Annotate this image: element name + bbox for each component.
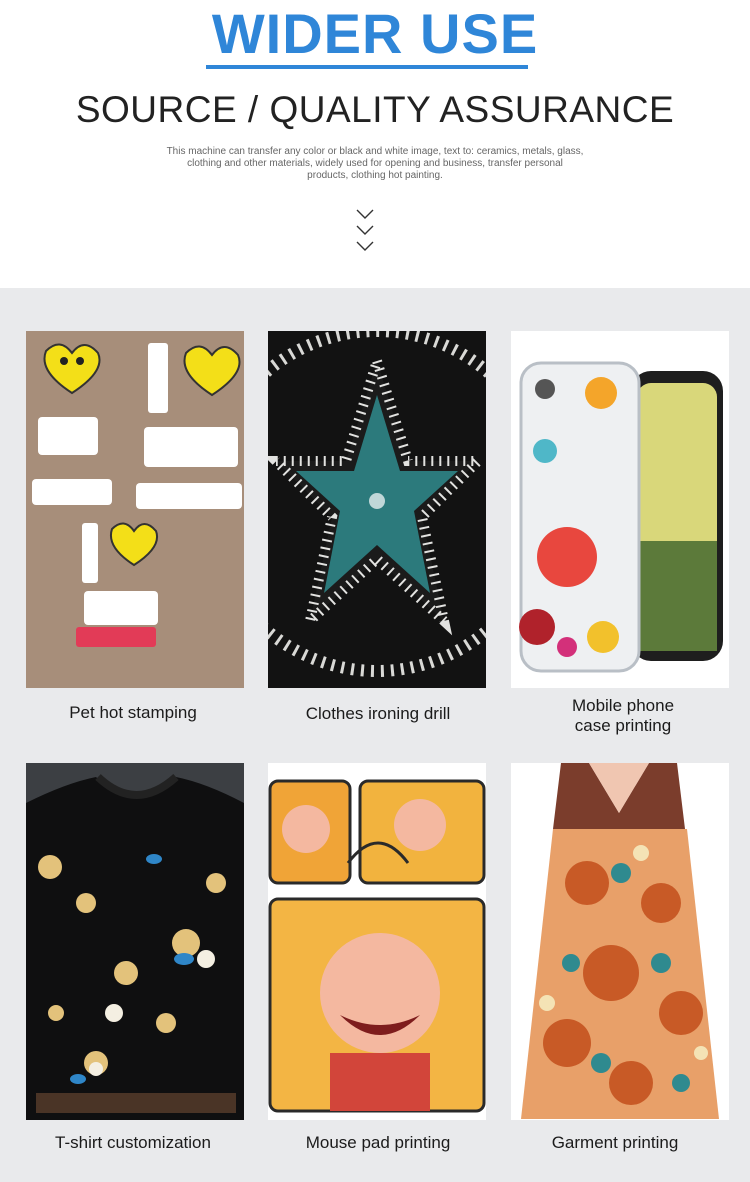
- phone-case-image: [511, 331, 729, 688]
- tile-caption: Pet hot stamping: [18, 703, 248, 723]
- rhinestone-star-image: [268, 331, 486, 688]
- cartoon-mousepad-image: [268, 763, 486, 1120]
- tile-caption: Garment printing: [500, 1133, 730, 1153]
- caption-line: Mouse pad printing: [305, 1133, 451, 1152]
- tile-mouse-pad-printing: [268, 763, 486, 1120]
- tile-t-shirt-customization: [26, 763, 244, 1120]
- page-subtitle: SOURCE / QUALITY ASSURANCE: [75, 89, 675, 130]
- caption-line: Pet hot stamping: [69, 703, 197, 722]
- caption-line: T-shirt customization: [55, 1133, 211, 1152]
- tile-caption: T-shirt customization: [18, 1133, 248, 1153]
- tile-mobile-phone-case-printing: [511, 331, 729, 688]
- caption-line: Clothes ironing drill: [305, 704, 451, 723]
- tile-caption: Mouse pad printing: [263, 1133, 493, 1153]
- description-line: clothing and other materials, widely use…: [187, 158, 563, 169]
- family-print-image: [26, 331, 244, 688]
- chevron-down-icon: [356, 209, 374, 251]
- patterned-dress-image: [511, 763, 729, 1120]
- tile-pet-hot-stamping: [26, 331, 244, 688]
- tile-caption: Clothes ironing drill: [263, 704, 493, 724]
- description: This machine can transfer any color or b…: [140, 146, 610, 182]
- page-title: WIDER USE: [211, 2, 539, 65]
- caption-line: Garment printing: [551, 1133, 679, 1152]
- floral-tshirt-image: [26, 763, 244, 1120]
- title-underline: [206, 65, 528, 69]
- header-section: WIDER USE SOURCE / QUALITY ASSURANCE Thi…: [0, 0, 750, 288]
- tile-caption: Mobile phone case printing: [508, 696, 738, 736]
- caption-line: case printing: [574, 716, 672, 735]
- description-line: This machine can transfer any color or b…: [166, 146, 584, 157]
- tile-clothes-ironing-drill: [268, 331, 486, 688]
- description-line: products, clothing hot painting.: [307, 170, 443, 181]
- gallery-section: Pet hot stamping Clothes ironing drill M…: [0, 288, 750, 1182]
- tile-garment-printing: [511, 763, 729, 1120]
- caption-line: Mobile phone: [571, 696, 675, 715]
